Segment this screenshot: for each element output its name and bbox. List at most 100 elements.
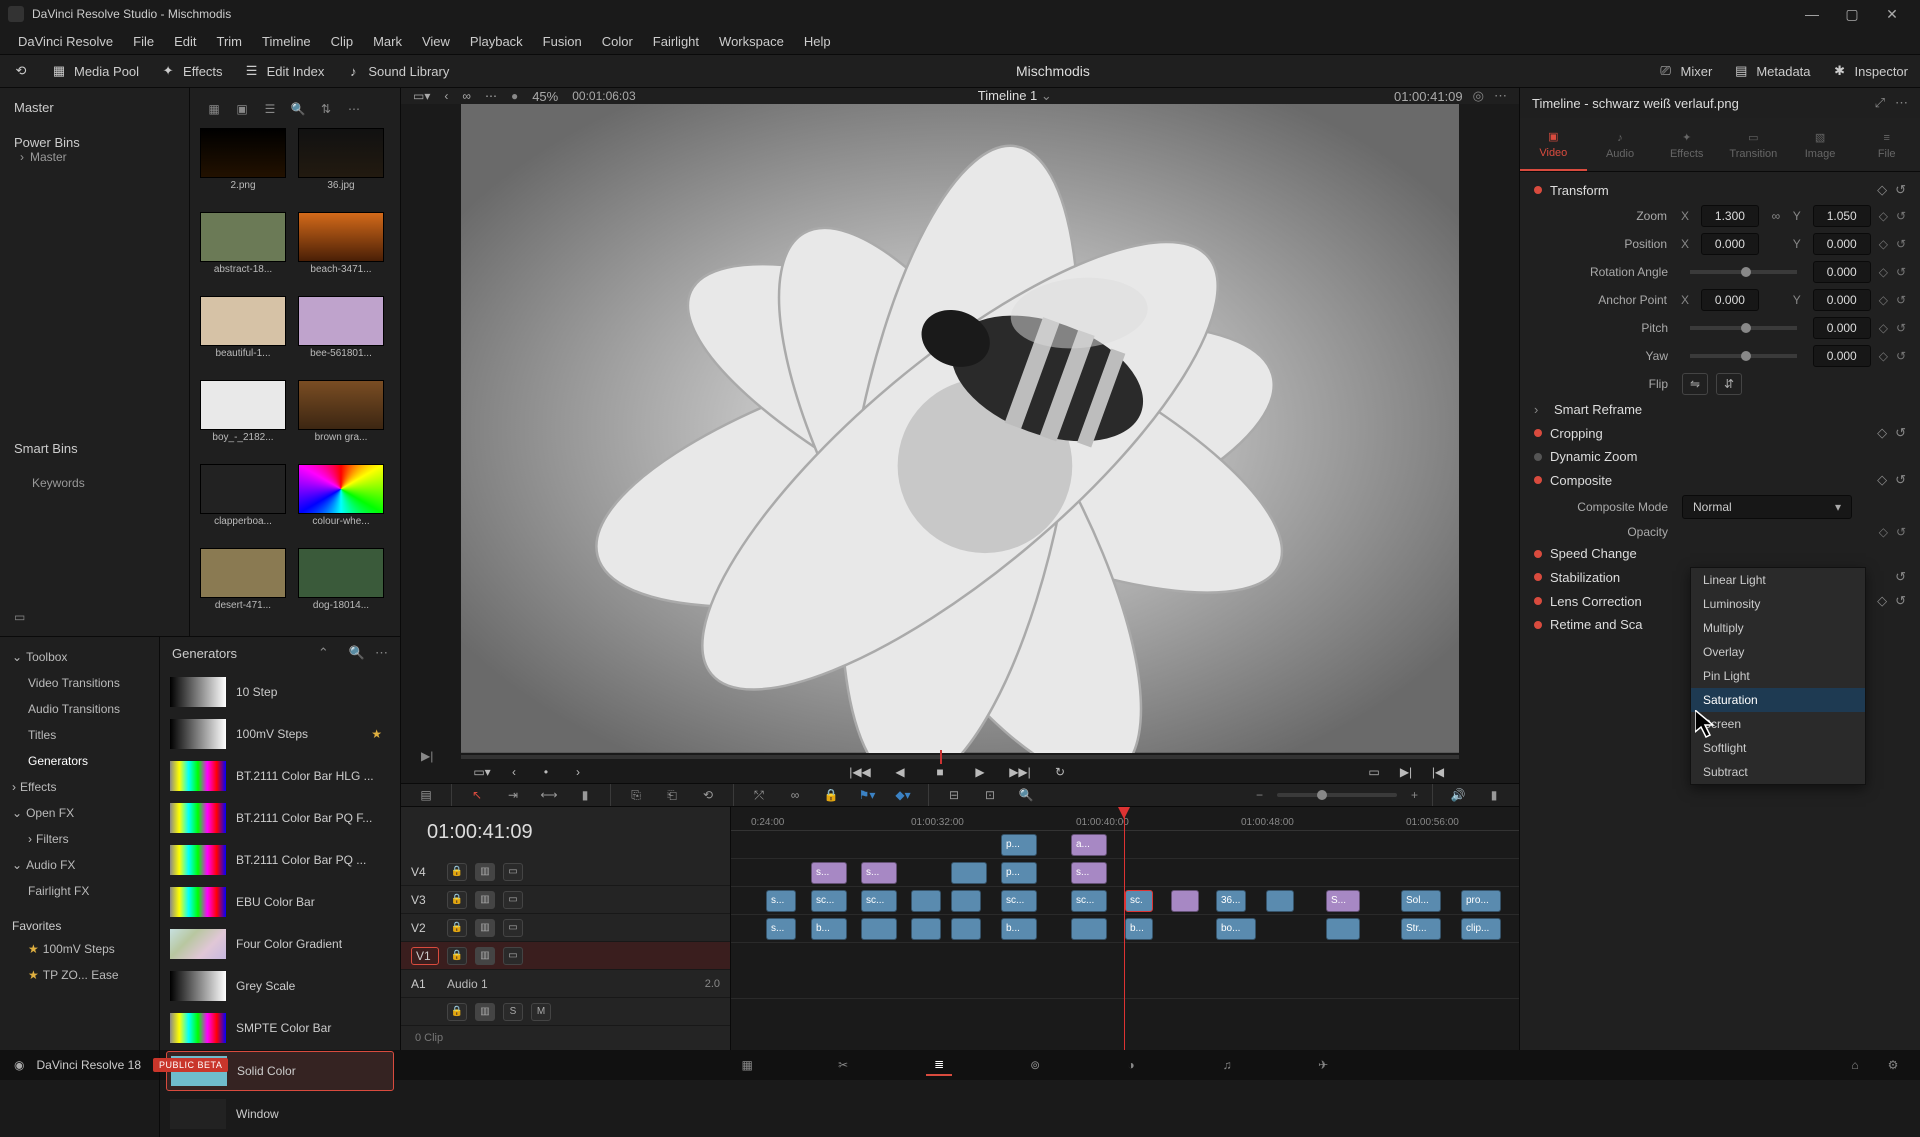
loop-icon[interactable]: ↻	[1049, 761, 1071, 783]
inspector-tab-effects[interactable]: ✦Effects	[1653, 118, 1720, 171]
composite-mode-option[interactable]: Saturation	[1691, 688, 1865, 712]
clip-item[interactable]: bee-561801...	[296, 296, 386, 376]
link-icon[interactable]: ∞	[1767, 209, 1785, 223]
page-media-icon[interactable]: ▦	[734, 1054, 760, 1076]
composite-mode-option[interactable]: Luminosity	[1691, 592, 1865, 616]
reset-icon[interactable]: ↺	[1896, 293, 1906, 307]
timeline-select-icon[interactable]: ▭▾	[413, 89, 430, 103]
timeline-zoom-slider[interactable]	[1277, 793, 1397, 797]
generator-item[interactable]: 100mV Steps★	[166, 715, 394, 753]
lock-icon[interactable]: 🔒	[447, 947, 467, 965]
marker-dot-icon[interactable]: •	[535, 761, 557, 783]
timeline-clip[interactable]: b...	[1125, 918, 1153, 940]
viewer-zoom[interactable]: 45%	[532, 89, 558, 104]
generator-item[interactable]: Grey Scale	[166, 967, 394, 1005]
generator-item[interactable]: Window	[166, 1095, 394, 1133]
pos-x-input[interactable]	[1701, 233, 1759, 255]
composite-mode-option[interactable]: Overlay	[1691, 640, 1865, 664]
timeline-clip[interactable]: clip...	[1461, 918, 1501, 940]
generator-item[interactable]: 10 Step	[166, 673, 394, 711]
menu-fairlight[interactable]: Fairlight	[643, 30, 709, 53]
fx-generators[interactable]: Generators	[6, 751, 153, 771]
section-dynamic-zoom[interactable]: Dynamic Zoom	[1520, 445, 1920, 468]
track-v2[interactable]: s...sc...sc...sc...sc...sc.36...S...Sol.…	[731, 887, 1519, 915]
smart-bin-keywords[interactable]: Keywords	[32, 476, 175, 490]
track-header-v1[interactable]: V1🔒▥▭	[401, 942, 730, 970]
close-button[interactable]: ✕	[1872, 0, 1912, 28]
fx-fav-tpzo[interactable]: ★TP ZO... Ease	[6, 965, 153, 985]
viewer-bypass-icon[interactable]: ◎	[1473, 88, 1484, 104]
reset-icon[interactable]: ↺	[1895, 593, 1906, 609]
auto-select-icon[interactable]: ▥	[475, 891, 495, 909]
timeline-playhead[interactable]	[1124, 807, 1125, 1050]
track-header-v2[interactable]: V2🔒▥▭	[401, 914, 730, 942]
section-smart-reframe[interactable]: ›Smart Reframe	[1520, 398, 1920, 421]
composite-mode-option[interactable]: Softlight	[1691, 736, 1865, 760]
fx-fav-100mv[interactable]: ★100mV Steps	[6, 939, 153, 959]
pitch-slider[interactable]	[1690, 326, 1797, 330]
keyframe-icon[interactable]: ◇	[1877, 593, 1887, 609]
more-icon[interactable]: ⋯	[485, 89, 497, 103]
timeline-clip[interactable]: b...	[811, 918, 847, 940]
insert-icon[interactable]: ⎘	[625, 784, 647, 806]
track-v4[interactable]: p...a...	[731, 831, 1519, 859]
track-header-v4[interactable]: V4🔒▥▭	[401, 858, 730, 886]
layout-reset-button[interactable]: ⟲	[12, 62, 30, 80]
blade-tool-icon[interactable]: ▮	[574, 784, 596, 806]
clip-item[interactable]: 36.jpg	[296, 128, 386, 208]
clip-item[interactable]: beautiful-1...	[198, 296, 288, 376]
timeline-clip[interactable]: s...	[861, 862, 897, 884]
section-composite[interactable]: Composite◇↺	[1520, 468, 1920, 492]
timeline-clip[interactable]: s...	[766, 890, 796, 912]
marker-next-icon[interactable]: ›	[567, 761, 589, 783]
inspector-tab-video[interactable]: ▣Video	[1520, 118, 1587, 171]
star-icon[interactable]: ★	[371, 727, 390, 741]
track-header-a1[interactable]: A1Audio 12.0	[401, 970, 730, 998]
lock-icon[interactable]: 🔒	[447, 891, 467, 909]
menu-playback[interactable]: Playback	[460, 30, 533, 53]
keyframe-icon[interactable]: ◇	[1879, 265, 1888, 279]
pos-y-input[interactable]	[1813, 233, 1871, 255]
stop-icon[interactable]: ■	[929, 761, 951, 783]
fx-filters[interactable]: ›Filters	[6, 829, 153, 849]
effects-button[interactable]: ✦Effects	[159, 62, 223, 80]
generator-item[interactable]: BT.2111 Color Bar PQ ...	[166, 841, 394, 879]
bin-master[interactable]: Master	[14, 100, 175, 115]
menu-trim[interactable]: Trim	[207, 30, 253, 53]
timeline-clip[interactable]: Sol...	[1401, 890, 1441, 912]
sound-library-button[interactable]: ♪Sound Library	[344, 62, 449, 80]
menu-workspace[interactable]: Workspace	[709, 30, 794, 53]
inspector-expand-icon[interactable]: ⤢	[1875, 95, 1885, 111]
timeline-clip[interactable]: sc...	[1071, 890, 1107, 912]
keyframe-icon[interactable]: ◇	[1879, 237, 1888, 251]
list-view-icon[interactable]: ☰	[260, 100, 280, 118]
search-icon[interactable]: 🔍	[288, 100, 308, 118]
match-frame-icon[interactable]: ▭	[1363, 761, 1385, 783]
lock-icon[interactable]: 🔒	[447, 919, 467, 937]
timeline-clip[interactable]	[911, 890, 941, 912]
flip-horizontal-button[interactable]: ⇋	[1682, 373, 1708, 395]
clip-item[interactable]: clapperboa...	[198, 464, 288, 544]
reset-icon[interactable]: ↺	[1896, 237, 1906, 251]
section-speed-change[interactable]: Speed Change	[1520, 542, 1920, 565]
timeline-clip[interactable]: pro...	[1461, 890, 1501, 912]
auto-select-icon[interactable]: ▥	[475, 1003, 495, 1021]
composite-mode-option[interactable]: Multiply	[1691, 616, 1865, 640]
rotation-slider[interactable]	[1690, 270, 1797, 274]
reset-icon[interactable]: ↺	[1895, 182, 1906, 198]
menu-clip[interactable]: Clip	[321, 30, 363, 53]
composite-mode-option[interactable]: Screen	[1691, 712, 1865, 736]
clip-item[interactable]: desert-471...	[198, 548, 288, 628]
pitch-input[interactable]	[1813, 317, 1871, 339]
generator-item[interactable]: BT.2111 Color Bar PQ F...	[166, 799, 394, 837]
clip-item[interactable]: brown gra...	[296, 380, 386, 460]
section-cropping[interactable]: Cropping◇↺	[1520, 421, 1920, 445]
menu-davinci[interactable]: DaVinci Resolve	[8, 30, 123, 53]
volume-icon[interactable]: 🔊	[1447, 784, 1469, 806]
menu-timeline[interactable]: Timeline	[252, 30, 321, 53]
timeline-clip[interactable]	[911, 918, 941, 940]
menu-help[interactable]: Help	[794, 30, 841, 53]
menu-color[interactable]: Color	[592, 30, 643, 53]
flag-icon[interactable]: ⚑▾	[856, 784, 878, 806]
page-fairlight-icon[interactable]: ♫	[1214, 1054, 1240, 1076]
